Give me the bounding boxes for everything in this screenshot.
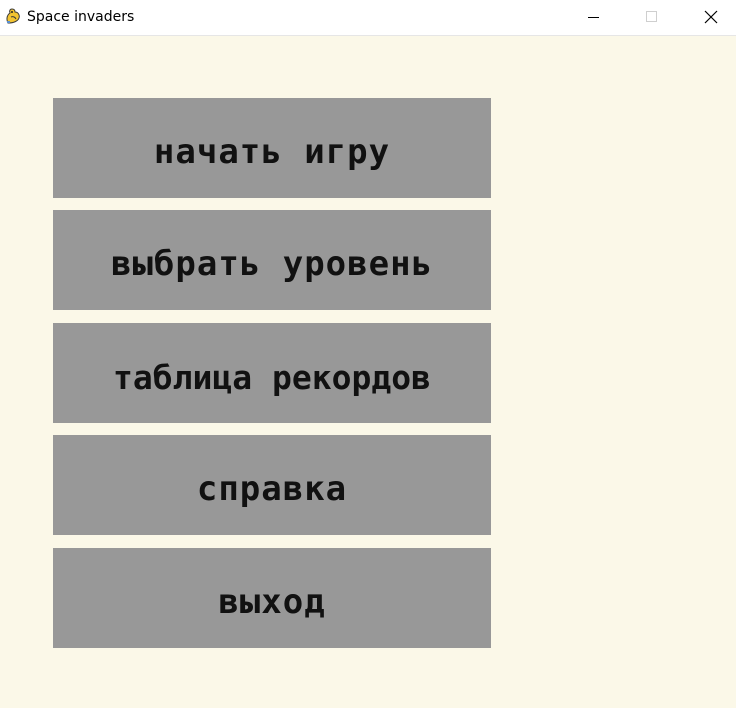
app-window: Space invaders начать игру выбрать урове… [0, 0, 736, 708]
exit-button[interactable]: выход [53, 548, 491, 648]
maximize-button[interactable] [629, 0, 675, 35]
window-title: Space invaders [27, 9, 135, 25]
help-button[interactable]: справка [53, 435, 491, 535]
title-bar[interactable]: Space invaders [0, 0, 736, 36]
start-game-label: начать игру [153, 132, 391, 172]
select-level-button[interactable]: выбрать уровень [53, 210, 491, 310]
select-level-label: выбрать уровень [110, 244, 434, 284]
minimize-icon [588, 17, 599, 18]
maximize-icon [646, 11, 657, 22]
help-label: справка [196, 469, 348, 509]
close-icon [704, 10, 718, 24]
minimize-button[interactable] [571, 0, 617, 35]
pygame-snake-icon [4, 7, 22, 25]
game-menu-area: начать игру выбрать уровень таблица реко… [0, 36, 736, 708]
close-button[interactable] [688, 0, 734, 35]
start-game-button[interactable]: начать игру [53, 98, 491, 198]
exit-label: выход [218, 582, 326, 622]
high-scores-label: таблица рекордов [113, 357, 431, 397]
high-scores-button[interactable]: таблица рекордов [53, 323, 491, 423]
